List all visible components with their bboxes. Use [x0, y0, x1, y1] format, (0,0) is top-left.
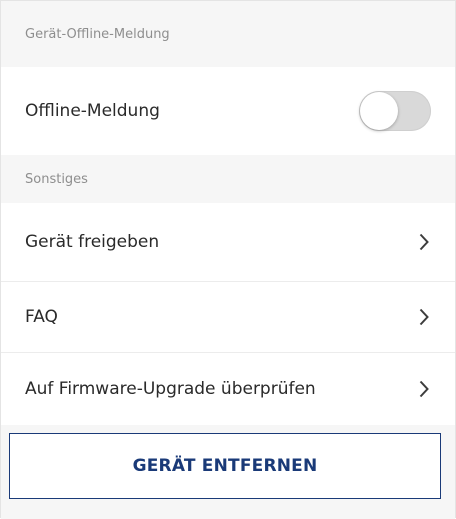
- section-header-offline: Gerät-Offline-Meldung: [1, 1, 455, 67]
- button-area: GERÄT ENTFERNEN: [1, 425, 455, 519]
- chevron-right-icon: [417, 232, 431, 252]
- section-header-other-label: Sonstiges: [25, 171, 88, 187]
- offline-notification-label: Offline-Meldung: [25, 101, 160, 121]
- faq-label: FAQ: [25, 307, 58, 327]
- chevron-right-icon: [417, 379, 431, 399]
- offline-notification-toggle[interactable]: [359, 91, 431, 131]
- share-device-row[interactable]: Gerät freigeben: [1, 203, 455, 281]
- remove-device-button[interactable]: GERÄT ENTFERNEN: [9, 433, 441, 499]
- offline-notification-row[interactable]: Offline-Meldung: [1, 67, 455, 155]
- toggle-knob: [360, 92, 398, 130]
- section-header-other: Sonstiges: [1, 155, 455, 203]
- section-header-offline-label: Gerät-Offline-Meldung: [25, 26, 170, 42]
- firmware-upgrade-row[interactable]: Auf Firmware-Upgrade überprüfen: [1, 353, 455, 425]
- settings-screen: Gerät-Offline-Meldung Offline-Meldung So…: [0, 0, 456, 519]
- chevron-right-icon: [417, 307, 431, 327]
- share-device-label: Gerät freigeben: [25, 232, 160, 252]
- faq-row[interactable]: FAQ: [1, 282, 455, 352]
- firmware-upgrade-label: Auf Firmware-Upgrade überprüfen: [25, 379, 316, 399]
